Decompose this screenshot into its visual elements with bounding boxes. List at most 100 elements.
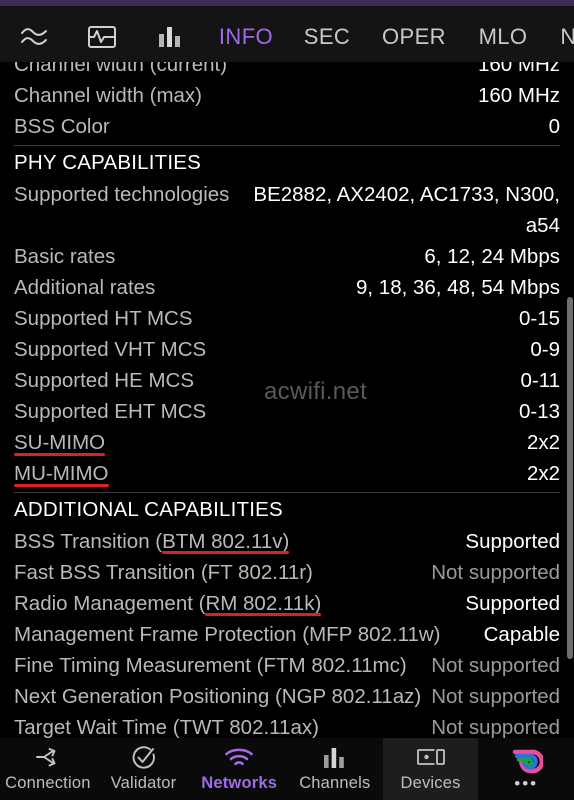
- top-tab-bar: INFO SEC OPER MLO NET: [0, 6, 574, 72]
- scrollbar[interactable]: [567, 62, 574, 738]
- table-row: Radio Management (RM 802.11k) Supported: [0, 588, 574, 619]
- section-divider: [14, 492, 560, 493]
- row-value: Capable: [483, 623, 560, 646]
- table-row: Fast BSS Transition (FT 802.11r) Not sup…: [0, 557, 574, 588]
- nav-item-devices[interactable]: Devices: [382, 738, 479, 800]
- row-value: Not supported: [431, 685, 560, 708]
- row-label: SU-MIMO: [14, 427, 106, 458]
- row-value: 0: [548, 115, 560, 138]
- tab-net[interactable]: NET: [544, 6, 574, 68]
- tab-oper-label: OPER: [382, 24, 446, 49]
- table-row: Management Frame Protection (MFP 802.11w…: [0, 619, 574, 650]
- row-value: 160 MHz: [477, 62, 560, 76]
- app-logo-icon: [509, 748, 544, 774]
- row-value: 6, 12, 24 Mbps: [424, 245, 560, 268]
- devices-icon: [416, 745, 446, 771]
- row-value: 0-15: [518, 307, 560, 330]
- row-value: BE2882, AX2402, AC1733, N300, a54: [253, 183, 560, 237]
- table-row: Supported HT MCS 0-15: [0, 303, 574, 334]
- table-row: Channel width (current) 160 MHz: [0, 62, 574, 80]
- table-row: MU-MIMO 2x2: [0, 458, 574, 489]
- app-root: INFO SEC OPER MLO NET Channel width (cur…: [0, 0, 574, 800]
- row-value: 9, 18, 36, 48, 54 Mbps: [356, 276, 560, 299]
- info-scroll-area[interactable]: Channel width (current) 160 MHz Channel …: [0, 62, 574, 738]
- row-label: Supported HE MCS: [14, 369, 195, 392]
- table-row: Next Generation Positioning (NGP 802.11a…: [0, 681, 574, 712]
- row-value: Not supported: [431, 654, 560, 677]
- nav-item-connection[interactable]: Connection: [0, 738, 96, 800]
- row-label: BSS Color: [14, 115, 110, 138]
- nav-label: Devices: [400, 774, 461, 792]
- row-value: Supported: [465, 530, 560, 553]
- row-label: Target Wait Time (TWT 802.11ax): [14, 716, 319, 738]
- nav-item-channels[interactable]: Channels: [287, 738, 383, 800]
- row-label: Channel width (max): [14, 84, 202, 107]
- row-value: Supported: [465, 592, 560, 615]
- signal-monitor-icon[interactable]: [68, 6, 136, 68]
- table-row: Supported EHT MCS 0-13: [0, 396, 574, 427]
- tab-mlo[interactable]: MLO: [462, 6, 544, 68]
- section-divider: [14, 145, 560, 146]
- row-label-highlight: RM 802.11k): [205, 588, 321, 619]
- tab-sec[interactable]: SEC: [288, 6, 366, 68]
- tab-oper[interactable]: OPER: [366, 6, 462, 68]
- row-label: Supported HT MCS: [14, 307, 193, 330]
- row-label: BSS Transition (BTM 802.11v): [14, 526, 290, 557]
- row-label: MU-MIMO: [14, 458, 109, 489]
- connection-icon: [34, 745, 62, 771]
- row-value: 0-11: [520, 369, 560, 392]
- row-label: Additional rates: [14, 276, 156, 299]
- row-value: Not supported: [431, 561, 560, 584]
- row-label: Supported EHT MCS: [14, 400, 207, 423]
- nav-label: Connection: [5, 774, 91, 792]
- scrollbar-thumb[interactable]: [567, 297, 573, 659]
- nav-label: •••: [514, 773, 539, 793]
- tab-mlo-label: MLO: [478, 24, 528, 49]
- row-label: Next Generation Positioning (NGP 802.11a…: [14, 685, 422, 708]
- row-label: Basic rates: [14, 245, 116, 268]
- tab-info[interactable]: INFO: [204, 6, 288, 72]
- row-value: 0-9: [530, 338, 560, 361]
- bar-chart-icon[interactable]: [136, 6, 204, 68]
- nav-label: Validator: [110, 774, 177, 792]
- wifi-icon: [224, 745, 254, 771]
- row-label: Radio Management (RM 802.11k): [14, 588, 321, 619]
- nav-label: Channels: [299, 774, 371, 792]
- table-row: BSS Color 0: [0, 111, 574, 142]
- table-row: Target Wait Time (TWT 802.11ax) Not supp…: [0, 712, 574, 738]
- tab-sec-label: SEC: [303, 24, 351, 49]
- section-header-phy: PHY CAPABILITIES: [14, 151, 202, 174]
- row-label: Supported VHT MCS: [14, 338, 207, 361]
- row-value: 0-13: [518, 400, 560, 423]
- table-row: BSS Transition (BTM 802.11v) Supported: [0, 526, 574, 557]
- row-value: 160 MHz: [477, 84, 560, 107]
- table-row: Supported VHT MCS 0-9: [0, 334, 574, 365]
- table-row: Channel width (max) 160 MHz: [0, 80, 574, 111]
- tab-info-label: INFO: [218, 24, 274, 49]
- tab-net-label: NET: [560, 24, 574, 49]
- row-label: Fast BSS Transition (FT 802.11r): [14, 561, 313, 584]
- table-row: Basic rates 6, 12, 24 Mbps: [0, 241, 574, 272]
- table-row: Additional rates 9, 18, 36, 48, 54 Mbps: [0, 272, 574, 303]
- bottom-navigation: Connection Validator Networks Channels D…: [0, 738, 574, 800]
- table-row: Supported HE MCS 0-11: [0, 365, 574, 396]
- row-label: Supported technologies: [14, 183, 230, 206]
- row-label: Management Frame Protection (MFP 802.11w…: [14, 623, 441, 646]
- wave-chart-icon[interactable]: [0, 6, 68, 68]
- nav-label: Networks: [201, 774, 278, 792]
- table-row: Supported technologies BE2882, AX2402, A…: [0, 179, 574, 241]
- row-label-highlight: BTM 802.11v): [162, 526, 290, 557]
- bar-chart-icon: [323, 745, 347, 771]
- row-value: 2x2: [526, 462, 560, 485]
- table-row: Fine Timing Measurement (FTM 802.11mc) N…: [0, 650, 574, 681]
- nav-item-networks[interactable]: Networks: [191, 738, 287, 800]
- row-label: Channel width (current): [14, 62, 228, 76]
- row-value: 2x2: [526, 431, 560, 454]
- check-circle-icon: [131, 745, 157, 771]
- section-header-additional: ADDITIONAL CAPABILITIES: [14, 498, 283, 521]
- table-row: SU-MIMO 2x2: [0, 427, 574, 458]
- nav-item-more[interactable]: •••: [478, 738, 574, 800]
- nav-item-validator[interactable]: Validator: [96, 738, 192, 800]
- row-value: Not supported: [431, 716, 560, 738]
- row-label: Fine Timing Measurement (FTM 802.11mc): [14, 654, 407, 677]
